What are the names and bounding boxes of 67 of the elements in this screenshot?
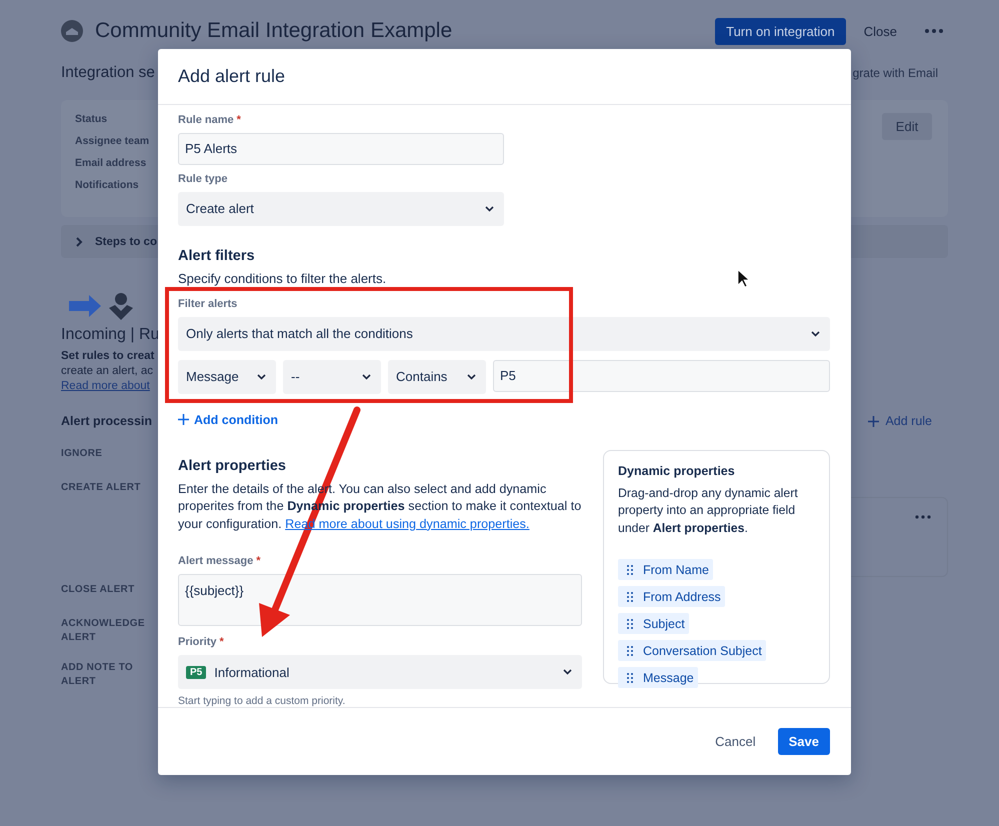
property-tag[interactable]: From Address <box>618 586 725 608</box>
rule-name-field[interactable]: P5 Alerts <box>178 132 504 165</box>
setting-label: Assignee team <box>75 135 150 147</box>
drag-handle-icon <box>627 618 633 629</box>
section-description: Specify conditions to filter the alerts. <box>178 270 386 286</box>
cancel-button[interactable]: Cancel <box>709 733 762 750</box>
page-title: Community Email Integration Example <box>95 19 452 43</box>
incoming-text: create an alert, ac <box>61 365 154 377</box>
save-button[interactable]: Save <box>778 728 830 756</box>
priority-select[interactable]: P5 Informational <box>178 655 582 690</box>
alert-message-field[interactable]: {{subject}} <box>178 574 582 626</box>
chevron-down-icon <box>563 669 572 676</box>
property-tag[interactable]: Message <box>618 667 698 688</box>
property-tag[interactable]: Conversation Subject <box>618 640 766 662</box>
panel-description: Drag-and-drop any dynamic alert property into an appropriate field under Alert properties. <box>618 484 799 537</box>
condition-value-field[interactable]: P5 <box>493 360 830 392</box>
chevron-down-icon <box>467 374 476 380</box>
setting-label: Notifications <box>75 179 140 191</box>
drag-handle-icon <box>627 646 633 656</box>
priority-badge: P5 <box>186 666 206 679</box>
setting-label: Email address <box>75 157 148 169</box>
field-label: Rule name <box>178 114 234 126</box>
more-icon[interactable] <box>915 515 931 519</box>
turn-on-integration-button[interactable]: Turn on integration <box>715 18 846 44</box>
action-label: IGNORE <box>61 448 102 459</box>
processing-title: Alert processin <box>61 414 152 428</box>
panel-title: Dynamic properties <box>618 464 736 478</box>
chevron-down-icon <box>811 330 820 337</box>
action-label: ADD NOTE TO ALERT <box>61 662 134 687</box>
match-select[interactable]: Only alerts that match all the conditions <box>178 316 830 351</box>
required-mark: * <box>256 555 260 568</box>
property-tag[interactable]: Subject <box>618 613 689 634</box>
dialog-title: Add alert rule <box>178 66 286 87</box>
chevron-down-icon <box>362 374 371 380</box>
mouse-pointer-icon <box>738 269 750 288</box>
required-mark: * <box>220 636 224 648</box>
field-label: Alert message <box>178 555 254 568</box>
close-button[interactable]: Close <box>856 24 905 38</box>
qualifier-select[interactable]: -- <box>283 360 381 394</box>
chevron-down-icon <box>485 206 494 212</box>
steps-label: Steps to co <box>95 236 157 248</box>
drag-handle-icon <box>627 564 633 575</box>
chevron-down-icon <box>257 374 266 380</box>
operator-select[interactable]: Contains <box>388 360 486 394</box>
section-heading: Alert properties <box>178 458 287 474</box>
more-icon[interactable] <box>925 29 943 33</box>
plus-icon <box>178 414 189 426</box>
incoming-lead: Set rules to creat <box>61 350 154 362</box>
property-tag[interactable]: From Name <box>618 559 713 580</box>
action-label: CLOSE ALERT <box>61 584 134 595</box>
field-label: Rule type <box>178 172 228 185</box>
section-title: Integration se <box>61 64 155 82</box>
add-condition-button[interactable]: Add condition <box>178 412 278 427</box>
section-heading: Alert filters <box>178 248 256 264</box>
action-label: CREATE ALERT <box>61 482 141 493</box>
field-select[interactable]: Message <box>178 360 276 394</box>
rule-type-select[interactable]: Create alert <box>178 192 504 226</box>
integration-icon <box>61 20 83 42</box>
field-label: Filter alerts <box>178 298 238 310</box>
drag-handle-icon <box>627 672 633 683</box>
action-label: ACKNOWLEDGE ALERT <box>61 618 145 643</box>
field-label: Priority <box>178 636 217 648</box>
plus-icon <box>868 416 880 426</box>
drag-handle-icon <box>627 592 633 602</box>
setting-label: Status <box>75 113 108 125</box>
required-mark: * <box>236 114 241 126</box>
helper-text: Start typing to add a custom priority. <box>178 695 346 708</box>
